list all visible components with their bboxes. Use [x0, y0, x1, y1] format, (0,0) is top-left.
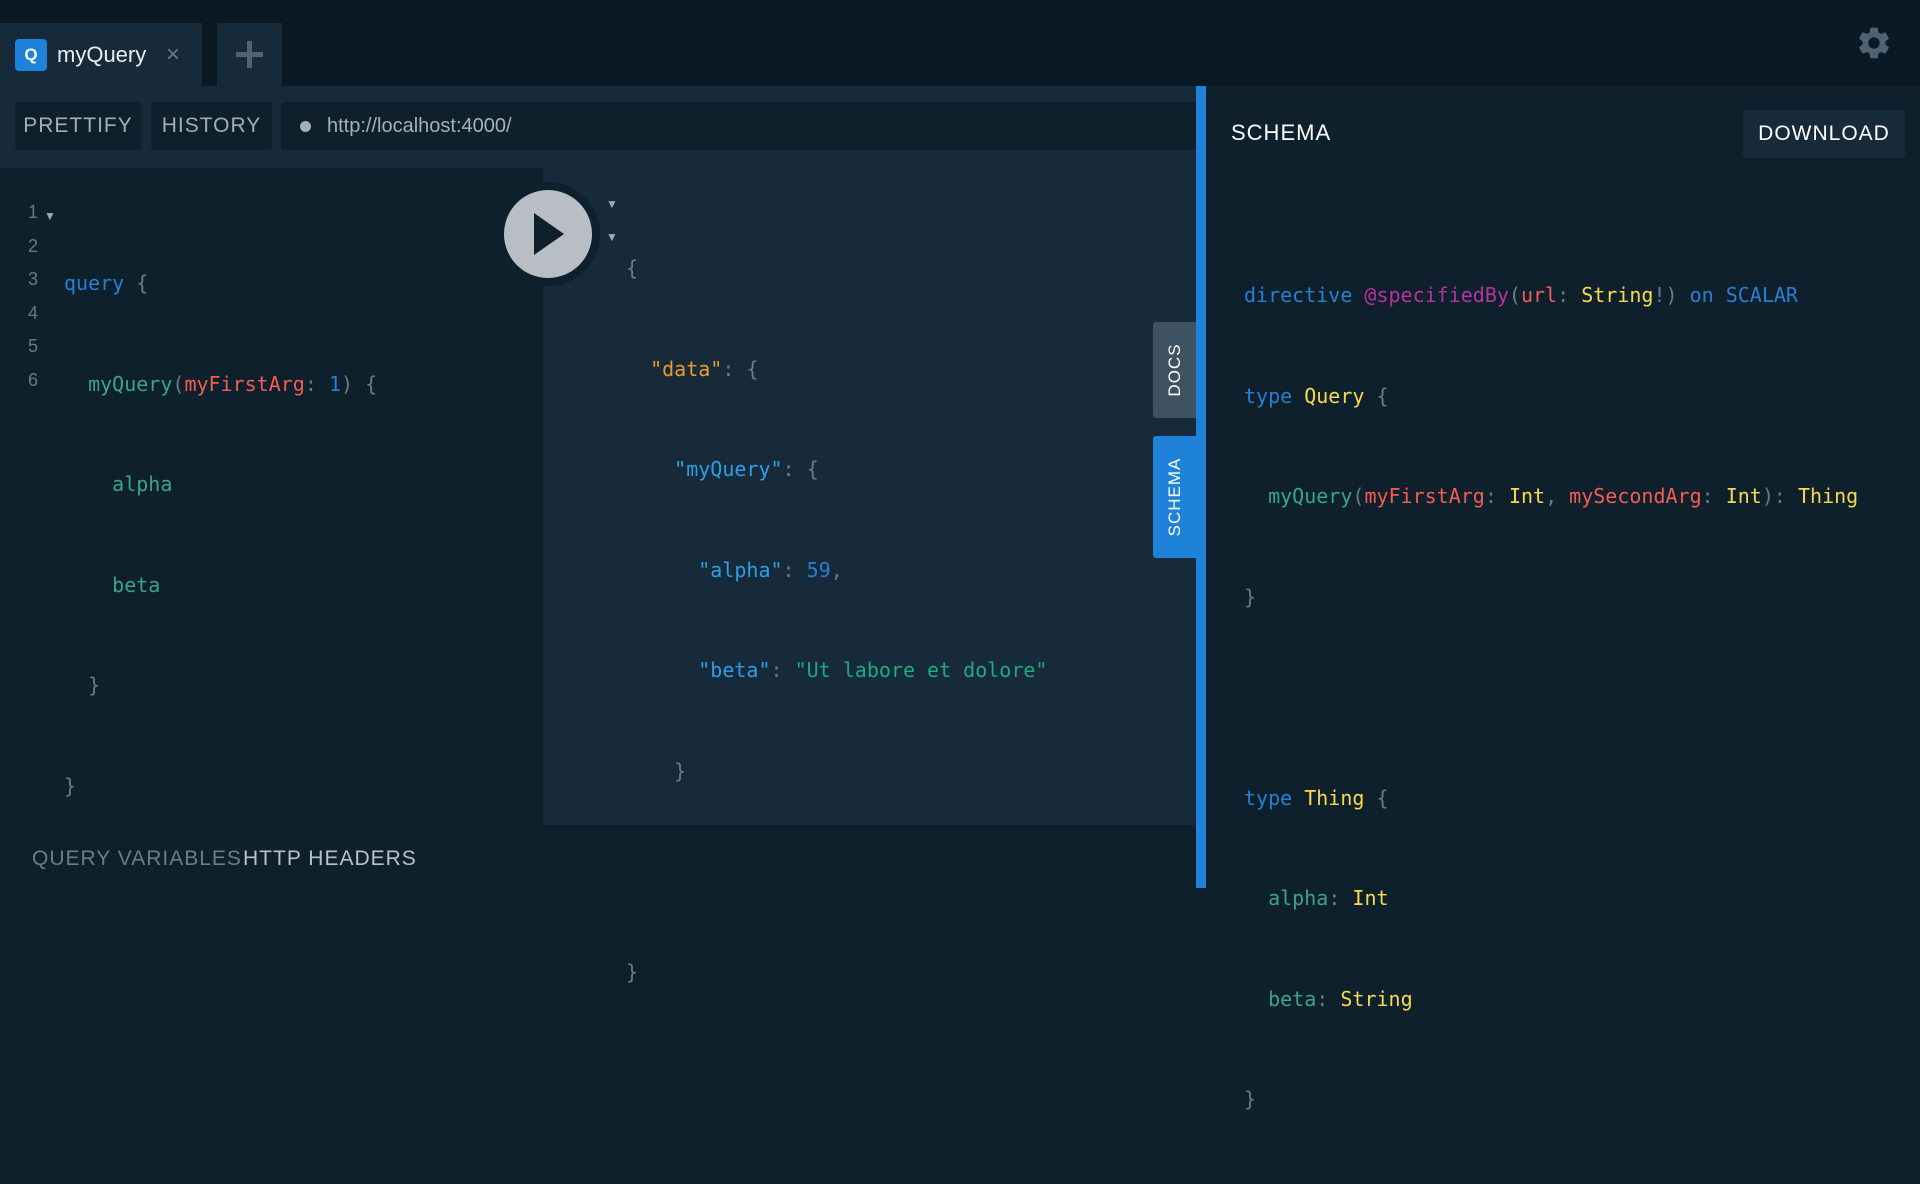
line-number: 2 [27, 235, 38, 256]
schema-panel: SCHEMA DOWNLOAD directive @specifiedBy(u… [1206, 86, 1920, 1111]
top-bar: Q myQuery × [0, 0, 1920, 86]
code-line: beta [112, 572, 161, 597]
docs-tab-label: DOCS [1164, 343, 1184, 397]
editor-gutter: 1 2 3 4 5 6 ▼ [0, 196, 56, 498]
results-pane: ▼ ▼ { "data": { "myQuery": { "alpha": 59… [543, 150, 1196, 984]
close-icon[interactable]: × [166, 39, 180, 71]
line-number: 4 [27, 302, 38, 323]
code-line: myQuery(myFirstArg: 1) { [88, 371, 378, 396]
line-number: 1 [27, 202, 38, 222]
query-variables-tab[interactable]: QUERY VARIABLES [32, 825, 242, 893]
code-line: query { [64, 271, 149, 295]
tab-title: myQuery [57, 42, 147, 67]
history-button[interactable]: HISTORY [151, 102, 272, 150]
code-line: alpha [112, 472, 173, 496]
panel-resize-handle[interactable] [1196, 86, 1206, 888]
plus-icon [236, 41, 263, 68]
new-tab-button[interactable] [217, 23, 282, 86]
code-line: } [64, 773, 77, 798]
download-button[interactable]: DOWNLOAD [1743, 110, 1905, 158]
results-code: { "data": { "myQuery": { "alpha": 59, "b… [626, 256, 1048, 984]
schema-tab-label: SCHEMA [1164, 457, 1184, 537]
line-number: 5 [27, 336, 38, 356]
docs-side-tab[interactable]: DOCS [1153, 322, 1196, 418]
fold-arrow-icon[interactable]: ▼ [44, 200, 56, 234]
schema-sdl: directive @specifiedBy(url: String!) on … [1244, 283, 1859, 1111]
query-editor[interactable]: 1 2 3 4 5 6 ▼ query { myQuery(myFirstArg… [0, 168, 543, 825]
execute-query-button[interactable] [496, 182, 600, 286]
http-headers-tab[interactable]: HTTP HEADERS [243, 825, 417, 893]
tab-myquery[interactable]: Q myQuery × [0, 23, 202, 86]
fold-arrow-icon[interactable]: ▼ [606, 197, 618, 211]
gear-icon[interactable] [1855, 24, 1893, 62]
line-number: 6 [27, 369, 38, 390]
endpoint-url-input[interactable]: http://localhost:4000/ [281, 102, 1201, 150]
schema-side-tab[interactable]: SCHEMA [1153, 436, 1196, 558]
code-line: } [88, 673, 101, 697]
query-code: query { myQuery(myFirstArg: 1) { alpha b… [64, 200, 377, 870]
fold-arrow-icon[interactable]: ▼ [606, 230, 618, 244]
connection-status-dot [300, 121, 311, 132]
schema-panel-title: SCHEMA [1231, 120, 1332, 145]
bottom-bar: QUERY VARIABLES HTTP HEADERS [0, 825, 1196, 888]
query-tab-icon: Q [15, 39, 47, 71]
line-number: 3 [27, 269, 38, 289]
prettify-button[interactable]: PRETTIFY [15, 102, 141, 150]
endpoint-url: http://localhost:4000/ [327, 115, 512, 137]
play-icon [534, 213, 564, 255]
